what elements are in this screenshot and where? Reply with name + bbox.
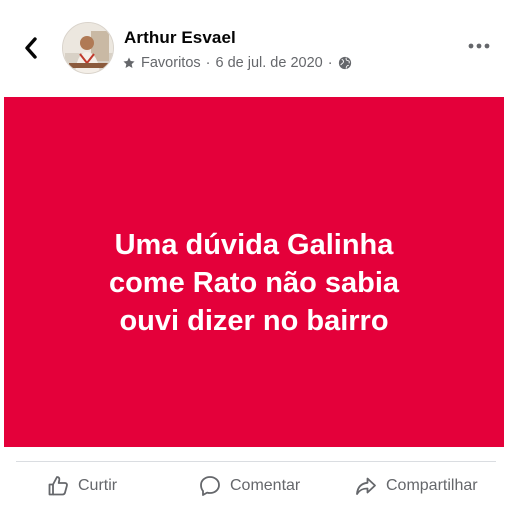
globe-icon [338,56,351,70]
comment-icon [200,476,220,496]
more-options-button[interactable] [462,34,496,58]
post-date[interactable]: 6 de jul. de 2020 [215,55,322,71]
meta-separator: · [205,55,211,71]
post-meta: Favoritos · 6 de jul. de 2020 · [122,54,352,72]
profile-photo [63,23,113,73]
like-button[interactable]: Curtir [46,466,117,506]
share-label: Compartilhar [386,477,478,494]
more-horizontal-icon [468,43,490,49]
comment-button[interactable]: Comentar [198,466,300,506]
divider [16,461,496,462]
like-label: Curtir [78,477,118,494]
chevron-left-icon [25,37,37,59]
meta-separator: · [327,55,333,71]
back-button[interactable] [18,34,44,62]
post-header: Arthur Esvael Favoritos · 6 de jul. de 2… [0,0,512,96]
share-icon [356,477,376,495]
thumbs-up-icon [48,476,68,496]
star-icon [123,57,135,68]
post-page: Arthur Esvael Favoritos · 6 de jul. de 2… [0,0,512,512]
post-text: Uma dúvida Galinha come Rato não sabia o… [108,229,400,337]
share-button[interactable]: Compartilhar [354,466,478,506]
post-background[interactable]: Uma dúvida Galinha come Rato não sabia o… [4,97,504,447]
audience-label: Favoritos [141,55,201,71]
action-bar: Curtir Comentar Compartilhar [0,466,512,506]
avatar[interactable] [62,22,114,74]
author-name[interactable]: Arthur Esvael [124,28,236,48]
comment-label: Comentar [230,477,301,494]
